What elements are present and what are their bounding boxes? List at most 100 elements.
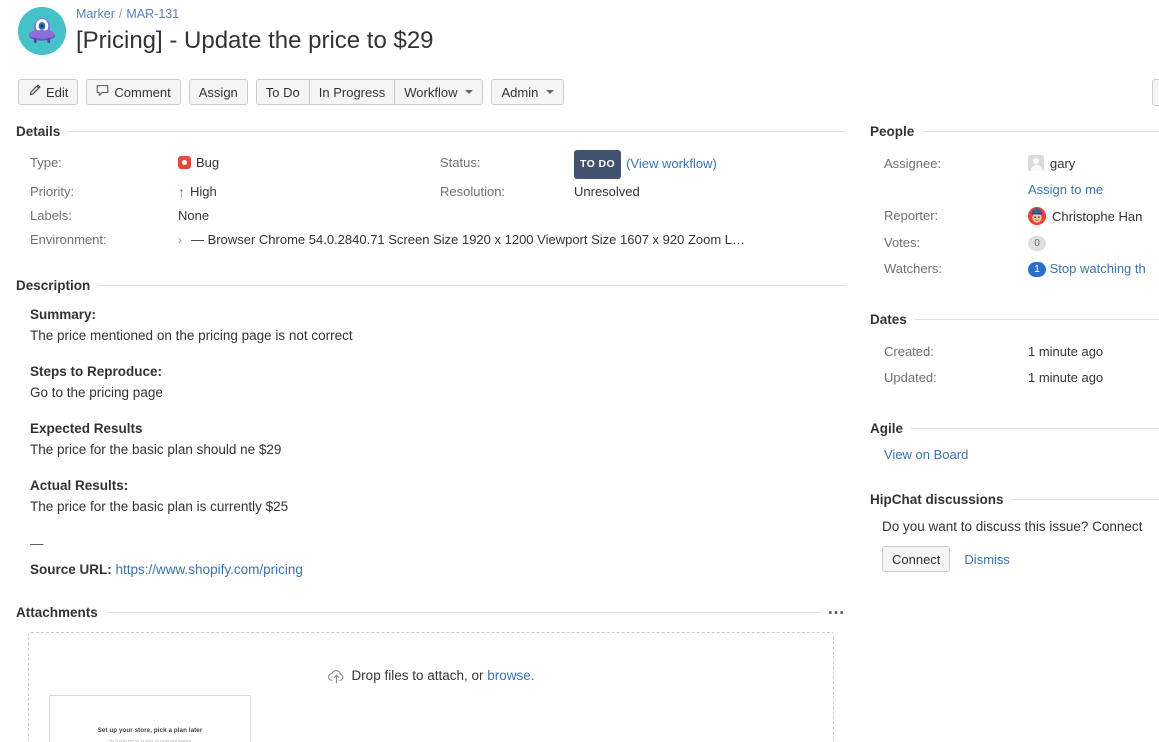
- overflow-action-button-partial[interactable]: [1152, 79, 1159, 106]
- description-divider: —: [30, 537, 846, 551]
- details-heading-label: Details: [16, 124, 60, 139]
- heading-rule: [915, 319, 1159, 320]
- speech-bubble-icon: [96, 84, 109, 100]
- issue-sidebar: People Assignee: gary Assign to me Repor…: [870, 124, 1159, 572]
- dates-section: Dates Created: 1 minute ago Updated: 1 m…: [870, 312, 1159, 391]
- breadcrumb-separator: /: [119, 7, 122, 21]
- issue-detail-page: Marker / MAR-131 [Pricing] - Update the pr…: [0, 0, 1159, 742]
- labels-value: None: [178, 204, 426, 228]
- issue-action-toolbar: Edit Comment Assign To Do In Progress Wo…: [18, 79, 572, 105]
- issue-main-content: Details Type: Bug Status: TO DO(View wor…: [16, 124, 846, 742]
- details-field-grid: Type: Bug Status: TO DO(View workflow) P…: [16, 151, 846, 252]
- attachments-section-heading: Attachments ⋯: [16, 605, 846, 620]
- heading-rule: [1012, 499, 1159, 500]
- dates-field-grid: Created: 1 minute ago Updated: 1 minute …: [870, 339, 1159, 391]
- arrow-up-icon: ↑: [178, 185, 185, 199]
- votes-count-badge[interactable]: 0: [1028, 236, 1046, 251]
- attachments-heading-label: Attachments: [16, 605, 98, 620]
- priority-value: ↑High: [178, 180, 426, 204]
- resolution-label: Resolution:: [426, 180, 574, 204]
- agile-heading-label: Agile: [870, 421, 903, 436]
- stop-watching-link[interactable]: Stop watching th: [1050, 261, 1146, 276]
- environment-value: › — Browser Chrome 54.0.2840.71 Screen Si…: [178, 228, 846, 252]
- description-heading-label: Description: [16, 278, 90, 293]
- agile-section-heading: Agile: [870, 421, 1159, 436]
- watchers-count-badge[interactable]: 1: [1028, 262, 1046, 277]
- browse-link[interactable]: browse.: [487, 668, 534, 683]
- reporter-value: Christophe Han: [1028, 203, 1159, 230]
- edit-button[interactable]: Edit: [18, 79, 78, 105]
- attachment-dropzone[interactable]: Drop files to attach, or browse. Set up …: [28, 632, 834, 742]
- in-progress-button-label: In Progress: [319, 85, 385, 100]
- spacer-cell: [426, 204, 574, 228]
- breadcrumb-issue-key-link[interactable]: MAR-131: [126, 7, 179, 21]
- heading-rule: [922, 131, 1159, 132]
- status-badge[interactable]: TO DO: [574, 150, 621, 179]
- issue-header: Marker / MAR-131 [Pricing] - Update the pr…: [0, 0, 1159, 70]
- source-url-label: Source URL:: [30, 562, 112, 577]
- hipchat-connect-label: Connect: [892, 552, 940, 567]
- admin-button-label: Admin: [501, 85, 538, 100]
- chevron-down-icon: [465, 90, 473, 94]
- environment-label: Environment:: [16, 228, 178, 252]
- comment-button[interactable]: Comment: [86, 79, 180, 105]
- hipchat-prompt: Do you want to discuss this issue? Conne…: [870, 519, 1159, 534]
- type-value-text: Bug: [196, 155, 219, 170]
- heading-rule: [106, 612, 820, 613]
- workflow-transition-group: To Do In Progress Workflow: [256, 79, 484, 105]
- christophe-avatar-icon: [1028, 207, 1046, 225]
- ellipsis-icon[interactable]: ⋯: [828, 608, 847, 618]
- details-section-heading: Details: [16, 124, 846, 139]
- view-workflow-link[interactable]: (View workflow): [626, 156, 717, 171]
- heading-rule: [911, 428, 1159, 429]
- updated-label: Updated:: [870, 365, 1028, 391]
- view-on-board-link[interactable]: View on Board: [884, 447, 968, 462]
- status-value: TO DO (View workflow): [574, 151, 846, 180]
- source-url-link[interactable]: https://www.shopify.com/pricing: [116, 562, 303, 577]
- attachment-thumbnail[interactable]: Set up your store, pick a plan later Try…: [49, 695, 251, 742]
- breadcrumb-project-link[interactable]: Marker: [76, 7, 115, 21]
- todo-transition-button[interactable]: To Do: [256, 79, 309, 105]
- agile-links: View on Board: [870, 447, 1159, 462]
- assign-button-label: Assign: [199, 85, 238, 100]
- in-progress-transition-button[interactable]: In Progress: [309, 79, 394, 105]
- heading-rule: [68, 131, 846, 132]
- actual-results-heading: Actual Results:: [30, 476, 846, 495]
- thumbnail-preview: Set up your store, pick a plan later Try…: [56, 701, 244, 742]
- summary-text: The price mentioned on the pricing page …: [30, 326, 846, 345]
- assign-to-me-link[interactable]: Assign to me: [1028, 182, 1103, 197]
- reporter-label: Reporter:: [870, 203, 1028, 230]
- hipchat-dismiss-link[interactable]: Dismiss: [964, 552, 1010, 567]
- assignee-value: gary: [1028, 151, 1159, 177]
- dates-section-heading: Dates: [870, 312, 1159, 327]
- project-ufo-avatar-icon[interactable]: [18, 7, 66, 55]
- assignee-label: Assignee:: [870, 151, 1028, 177]
- reporter-name: Christophe Han: [1052, 209, 1142, 224]
- todo-button-label: To Do: [266, 85, 300, 100]
- labels-label: Labels:: [16, 204, 178, 228]
- people-section-heading: People: [870, 124, 1159, 139]
- page-title: [Pricing] - Update the price to $29: [76, 26, 434, 56]
- edit-button-label: Edit: [46, 85, 68, 100]
- type-value: Bug: [178, 151, 426, 180]
- expected-results-heading: Expected Results: [30, 419, 846, 438]
- dates-heading-label: Dates: [870, 312, 907, 327]
- comment-button-label: Comment: [114, 85, 170, 100]
- upload-cloud-icon: [327, 668, 346, 688]
- priority-label: Priority:: [16, 180, 178, 204]
- resolution-value: Unresolved: [574, 180, 846, 204]
- votes-label: Votes:: [870, 230, 1028, 256]
- spacer-cell: [870, 177, 1028, 203]
- admin-dropdown-button[interactable]: Admin: [491, 79, 564, 105]
- updated-value: 1 minute ago: [1028, 365, 1159, 391]
- created-label: Created:: [870, 339, 1028, 365]
- attachments-section: Attachments ⋯ Drop files to attach, or b…: [16, 605, 846, 742]
- chevron-down-icon: [546, 90, 554, 94]
- assign-button[interactable]: Assign: [189, 79, 248, 105]
- chevron-right-icon[interactable]: ›: [178, 233, 182, 247]
- environment-value-text: — Browser Chrome 54.0.2840.71 Screen Siz…: [191, 232, 745, 247]
- hipchat-section-heading: HipChat discussions: [870, 492, 1159, 507]
- hipchat-connect-button[interactable]: Connect: [882, 546, 950, 572]
- workflow-dropdown-button[interactable]: Workflow: [394, 79, 483, 105]
- expected-results-text: The price for the basic plan should ne $…: [30, 440, 846, 459]
